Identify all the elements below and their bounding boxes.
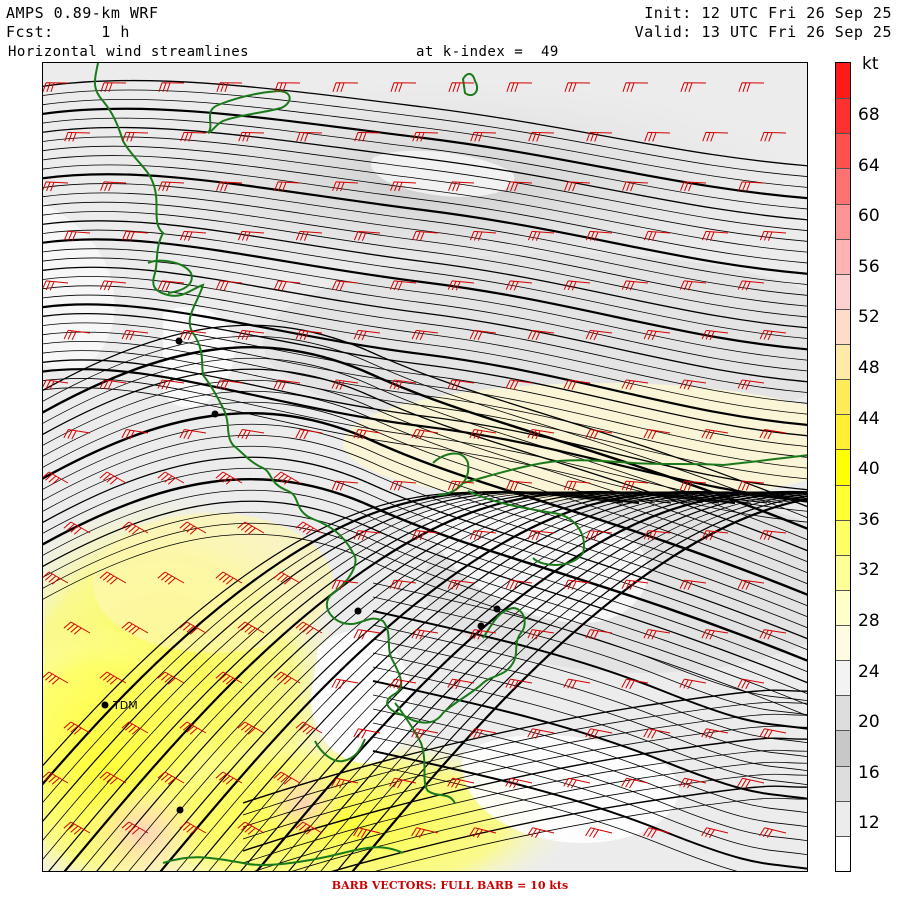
colorbar-tick-label: 16 — [858, 762, 880, 783]
colorbar-segment — [836, 484, 850, 520]
colorbar-segment — [836, 765, 850, 801]
colorbar-tick-label: 52 — [858, 307, 880, 328]
colorbar-tick-label: 40 — [858, 459, 880, 480]
wind-map[interactable]: TDM — [43, 63, 808, 872]
colorbar-tick-label: 12 — [858, 813, 880, 834]
colorbar-segment — [836, 379, 850, 415]
colorbar-tick-label: 24 — [858, 661, 880, 682]
colorbar-segment — [836, 344, 850, 380]
model-title: AMPS 0.89-km WRF — [6, 4, 159, 22]
valid-time: Valid: 13 UTC Fri 26 Sep 25 — [634, 23, 892, 41]
colorbar-segment — [836, 660, 850, 696]
barb-legend: BARB VECTORS: FULL BARB = 10 kts — [331, 879, 569, 892]
colorbar-segment — [836, 519, 850, 555]
forecast-hour: Fcst: 1 h — [6, 23, 130, 41]
colorbar-segment — [836, 730, 850, 766]
colorbar-segment — [836, 308, 850, 345]
colorbar-unit: kt — [862, 54, 879, 74]
colorbar-tick-label: 48 — [858, 358, 880, 378]
station-label-tdm: TDM — [112, 699, 138, 712]
colorbar-segment — [836, 273, 850, 309]
map-panel[interactable]: TDM — [42, 62, 808, 872]
colorbar-segment — [836, 414, 850, 450]
station-marker[interactable] — [175, 337, 183, 345]
station-marker-tdm[interactable] — [101, 701, 109, 709]
colorbar-tick-label: 64 — [858, 155, 880, 176]
colorbar-tick-label: 60 — [858, 206, 880, 227]
init-time: Init: 12 UTC Fri 26 Sep 25 — [644, 4, 892, 22]
product-title: Horizontal wind streamlines — [8, 44, 250, 60]
station-marker[interactable] — [176, 806, 184, 814]
colorbar-tick-label: 56 — [858, 256, 880, 277]
station-marker[interactable] — [354, 607, 362, 615]
level-label: at k-index = 49 — [416, 44, 559, 60]
colorbar-segment — [836, 800, 850, 836]
colorbar-segment — [836, 98, 850, 134]
station-marker[interactable] — [211, 410, 219, 418]
station-marker[interactable] — [477, 622, 485, 630]
colorbar-segment — [836, 695, 850, 731]
colorbar-tick-label: 68 — [858, 105, 880, 125]
colorbar-segment — [836, 625, 850, 661]
colorbar-segment — [836, 449, 850, 485]
colorbar-tick-label: 20 — [858, 712, 880, 733]
colorbar-segment — [836, 554, 850, 590]
colorbar-tick-label: 44 — [858, 408, 880, 429]
colorbar-segment — [836, 133, 850, 169]
colorbar-tick-label: 36 — [858, 509, 880, 530]
colorbar-segment — [836, 589, 850, 626]
station-marker[interactable] — [493, 605, 501, 613]
colorbar-segment — [836, 168, 850, 204]
speed-colorbar — [835, 62, 851, 872]
colorbar-segment — [836, 238, 850, 274]
colorbar-segment — [836, 835, 850, 871]
colorbar-tick-label: 28 — [858, 611, 880, 631]
colorbar-tick-label: 32 — [858, 560, 880, 581]
colorbar-segment — [836, 63, 850, 99]
colorbar-segment — [836, 203, 850, 239]
